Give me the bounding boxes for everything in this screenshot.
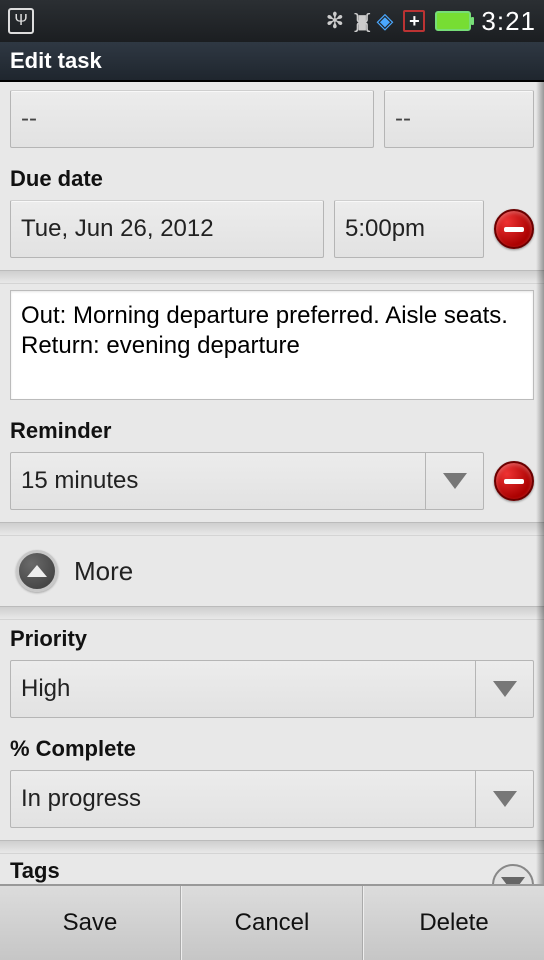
- minus-icon: [504, 479, 524, 484]
- notes-textarea[interactable]: Out: Morning departure preferred. Aisle …: [10, 290, 534, 400]
- due-time-field[interactable]: 5:00pm: [334, 200, 484, 258]
- medical-plus-icon: +: [403, 10, 425, 32]
- tags-label: Tags: [10, 858, 492, 884]
- more-toggle[interactable]: More: [0, 536, 544, 606]
- reminder-value: 15 minutes: [11, 453, 425, 509]
- battery-icon: [435, 11, 471, 31]
- usb-icon: Ψ: [8, 8, 34, 34]
- clear-reminder-button[interactable]: [494, 461, 534, 501]
- bluetooth-icon: ✻: [326, 8, 344, 34]
- vibrate-icon: }▮{: [354, 9, 366, 34]
- divider: [0, 840, 544, 854]
- status-bar: Ψ ✻ }▮{ ◈ + 3:21: [0, 0, 544, 42]
- percent-complete-label: % Complete: [0, 730, 544, 766]
- priority-label: Priority: [0, 620, 544, 656]
- reminder-label: Reminder: [0, 412, 544, 448]
- minus-icon: [504, 227, 524, 232]
- wifi-icon: ◈: [376, 8, 393, 34]
- clock: 3:21: [481, 6, 536, 37]
- divider: [0, 522, 544, 536]
- save-button[interactable]: Save: [0, 886, 181, 960]
- content-scroll[interactable]: -- -- Due date Tue, Jun 26, 2012 5:00pm …: [0, 82, 544, 884]
- due-date-label: Due date: [0, 160, 544, 196]
- percent-complete-value: In progress: [11, 771, 475, 827]
- divider: [0, 606, 544, 620]
- tags-dropdown-button[interactable]: [492, 864, 534, 884]
- chevron-down-icon: [475, 661, 533, 717]
- chevron-down-icon: [425, 453, 483, 509]
- more-label: More: [74, 556, 133, 587]
- cancel-button[interactable]: Cancel: [181, 886, 363, 960]
- reminder-dropdown[interactable]: 15 minutes: [10, 452, 484, 510]
- priority-dropdown[interactable]: High: [10, 660, 534, 718]
- delete-button[interactable]: Delete: [363, 886, 544, 960]
- divider: [0, 270, 544, 284]
- chevron-down-icon: [501, 877, 525, 884]
- chevron-up-icon: [16, 550, 58, 592]
- screen-title: Edit task: [0, 42, 544, 82]
- clear-due-date-button[interactable]: [494, 209, 534, 249]
- chevron-down-icon: [475, 771, 533, 827]
- priority-value: High: [11, 661, 475, 717]
- due-date-field[interactable]: Tue, Jun 26, 2012: [10, 200, 324, 258]
- start-time-field[interactable]: --: [384, 90, 534, 148]
- action-button-bar: Save Cancel Delete: [0, 884, 544, 960]
- start-date-field[interactable]: --: [10, 90, 374, 148]
- percent-complete-dropdown[interactable]: In progress: [10, 770, 534, 828]
